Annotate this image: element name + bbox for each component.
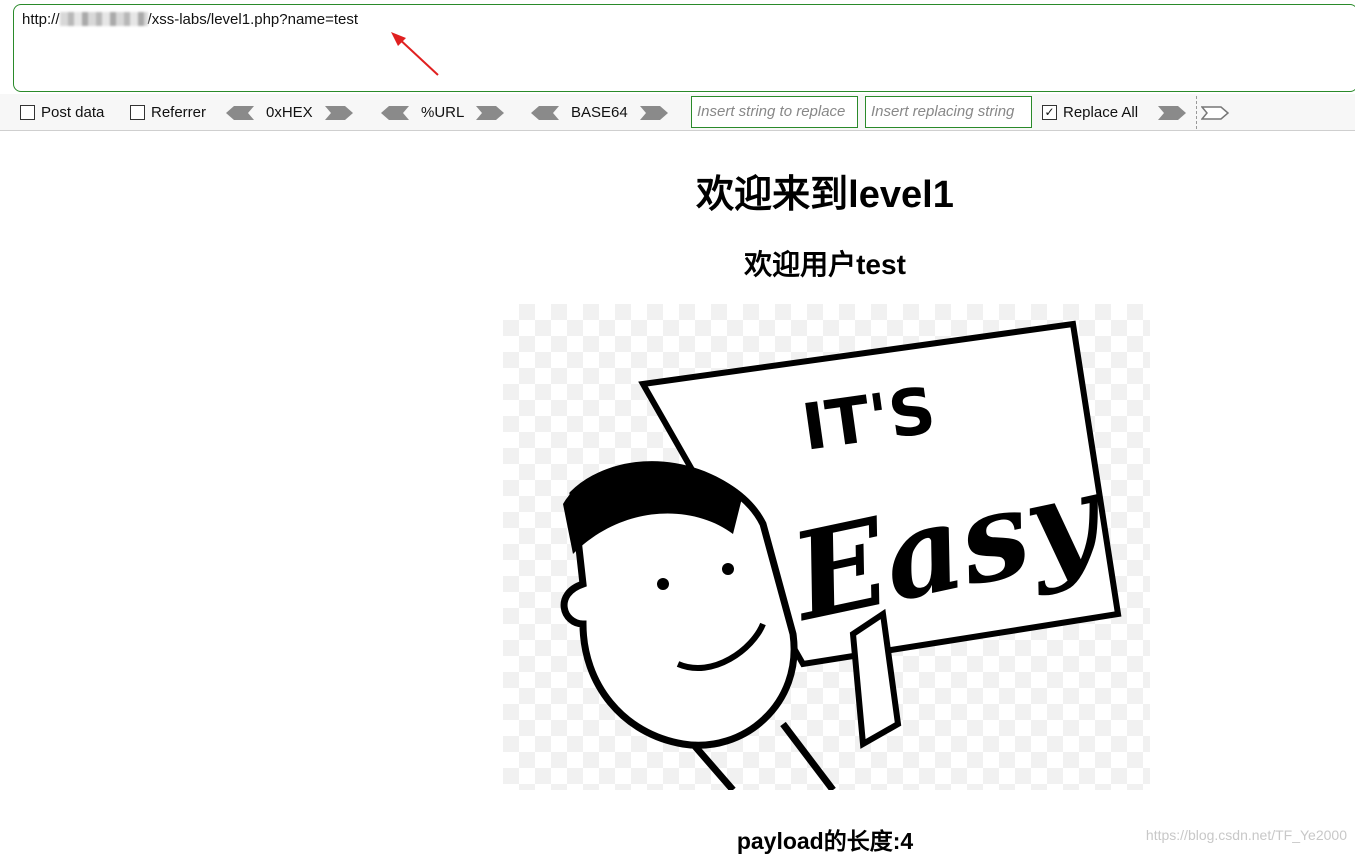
welcome-user-heading: 欢迎用户test	[744, 249, 906, 280]
referrer-label: Referrer	[151, 104, 207, 121]
base64-label: BASE64	[571, 104, 628, 121]
replace-all-checkbox[interactable]: ✓ Replace All	[1042, 94, 1138, 131]
base64-decode-chevron-left-icon[interactable]	[531, 105, 559, 120]
url-path: /xss-labs/level1.php?name=test	[147, 11, 359, 28]
url-decode-chevron-left-icon[interactable]	[381, 105, 409, 120]
its-easy-illustration: IT'S Easy	[503, 304, 1150, 793]
blurred-host	[59, 12, 148, 26]
url-encode-label: %URL	[421, 104, 465, 121]
replace-to-input[interactable]: Insert replacing string	[865, 96, 1032, 128]
post-data-label: Post data	[41, 104, 105, 121]
url-encode-chevron-right-icon[interactable]	[476, 105, 505, 120]
replace-from-input[interactable]: Insert string to replace	[691, 96, 858, 128]
url-input[interactable]: http:// /xss-labs/level1.php?name=test	[13, 4, 1355, 92]
watermark: https://blog.csdn.net/TF_Ye2000	[1145, 827, 1347, 843]
hackbar-toolbar: Post data Referrer 0xHEX %URL BASE64 Ins…	[0, 94, 1355, 131]
replace-next-chevron-icon[interactable]	[1201, 105, 1229, 120]
checkbox-icon[interactable]	[20, 105, 35, 120]
checkbox-icon[interactable]	[130, 105, 145, 120]
replace-all-label: Replace All	[1063, 104, 1139, 121]
hex-encode-chevron-right-icon[interactable]	[324, 105, 353, 120]
annotation-arrow-icon	[391, 32, 439, 76]
hex-decode-chevron-left-icon[interactable]	[226, 105, 254, 120]
replace-execute-chevron-icon[interactable]	[1158, 105, 1186, 120]
divider	[1196, 96, 1197, 129]
hex-label: 0xHEX	[266, 104, 313, 121]
page-title: 欢迎来到level1	[696, 174, 954, 216]
checkbox-checked-icon[interactable]: ✓	[1042, 105, 1057, 120]
referrer-checkbox[interactable]: Referrer	[130, 94, 206, 131]
post-data-checkbox[interactable]: Post data	[20, 94, 104, 131]
base64-encode-chevron-right-icon[interactable]	[639, 105, 668, 120]
url-scheme: http://	[22, 11, 60, 28]
